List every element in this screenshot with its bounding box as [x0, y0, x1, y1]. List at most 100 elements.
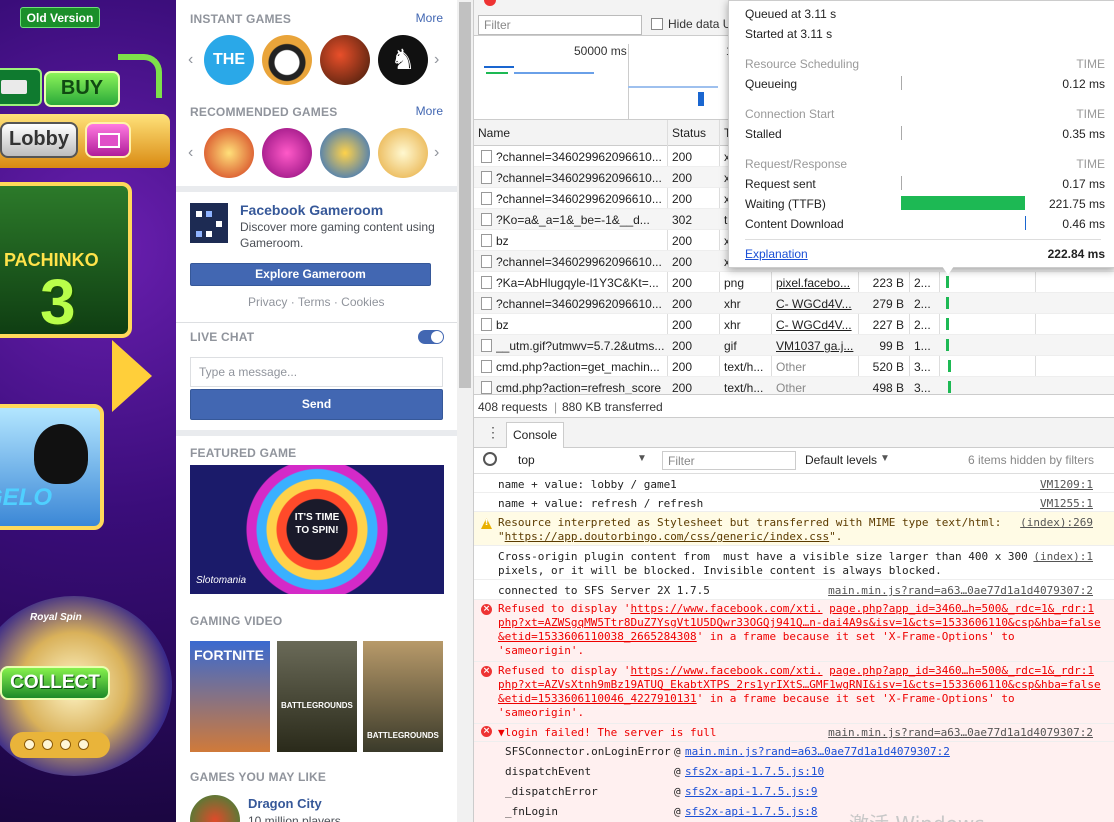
chevron-left-icon[interactable]: ‹: [188, 144, 193, 162]
battlegrounds-video-thumbnail[interactable]: BATTLEGROUNDS: [277, 641, 357, 752]
featured-game-banner[interactable]: IT'S TIME TO SPIN! Slotomania: [190, 465, 444, 594]
chat-message-input[interactable]: Type a message...: [190, 357, 443, 387]
console-log-line: name + value: lobby / game1 VM1209:1: [474, 474, 1114, 493]
queued-at: Queued at 3.11 s: [745, 7, 837, 21]
request-status: 200: [672, 150, 693, 164]
battlegrounds-title: BATTLEGROUNDS: [281, 701, 353, 710]
table-row[interactable]: ?channel=346029962096610... 200 xhr C- WGCd…: [474, 293, 1114, 314]
battlegrounds-video-thumbnail-2[interactable]: BATTLEGROUNDS: [363, 641, 443, 752]
console-error[interactable]: × ▼login failed! The server is full main…: [474, 724, 1114, 742]
live-chat-toggle[interactable]: [418, 330, 444, 344]
next-arrow-icon[interactable]: [112, 340, 152, 412]
request-initiator[interactable]: C- WGCd4V...: [776, 318, 856, 332]
record-icon[interactable]: [484, 0, 496, 6]
page-dot[interactable]: [60, 739, 71, 750]
chevron-left-icon[interactable]: ‹: [188, 51, 193, 69]
table-row[interactable]: __utm.gif?utmwv=5.7.2&utms... 200 gif VM103…: [474, 335, 1114, 356]
network-filter-input[interactable]: Filter: [478, 15, 642, 35]
request-name: ?channel=346029962096610...: [496, 150, 662, 164]
stack-link[interactable]: main.min.js?rand=a63…0ae77d1a1d4079307:2: [685, 745, 950, 758]
hide-data-urls-checkbox[interactable]: Hide data U: [651, 17, 731, 31]
collect-button[interactable]: COLLECT: [0, 666, 110, 700]
coin-amount-selector[interactable]: [0, 68, 42, 106]
our-bingo-icon[interactable]: [378, 128, 428, 178]
console-filter-input[interactable]: Filter: [662, 451, 796, 470]
privacy-link[interactable]: Privacy: [248, 295, 287, 309]
source-link[interactable]: VM1209:1: [1040, 478, 1093, 492]
default-levels-dropdown[interactable]: Default levels: [805, 453, 877, 467]
penguin-game-tile[interactable]: GELO: [0, 404, 104, 530]
recommended-games-more-link[interactable]: More: [416, 104, 443, 118]
page-dots: [10, 732, 110, 758]
column-name[interactable]: Name: [478, 126, 510, 140]
overview-bar: [628, 86, 718, 88]
explanation-link[interactable]: Explanation: [745, 247, 808, 261]
overview-bar: [698, 92, 704, 106]
page-dot[interactable]: [24, 739, 35, 750]
column-status[interactable]: Status: [672, 126, 706, 140]
table-row[interactable]: bz 200 xhr C- WGCd4V... 227 B 2...: [474, 314, 1114, 335]
instant-games-more-link[interactable]: More: [416, 11, 443, 25]
pachinko-game-tile[interactable]: PACHINKO 3: [0, 182, 132, 338]
cookies-link[interactable]: Cookies: [341, 295, 384, 309]
checkbox-icon[interactable]: [651, 18, 663, 30]
overview-gridline: [628, 44, 629, 120]
status-separator: |: [554, 400, 558, 414]
chess-icon[interactable]: ♞: [378, 35, 428, 85]
gameroom-title[interactable]: Facebook Gameroom: [240, 202, 383, 218]
send-button[interactable]: Send: [190, 389, 443, 420]
request-sent-label: Request sent: [745, 177, 816, 191]
scrollbar-thumb[interactable]: [459, 2, 471, 388]
stack-link[interactable]: sfs2x-api-1.7.5.js:9: [685, 785, 817, 798]
source-link[interactable]: (index):269: [1020, 516, 1093, 530]
table-row[interactable]: cmd.php?action=get_machin... 200 text/h...…: [474, 356, 1114, 377]
facebook-link[interactable]: https://www.facebook.com/xti.: [630, 602, 822, 615]
page-dot[interactable]: [42, 739, 53, 750]
bingo-bombo-icon[interactable]: [262, 128, 312, 178]
tab-console[interactable]: Console: [506, 422, 565, 448]
stack-link[interactable]: sfs2x-api-1.7.5.js:8: [685, 805, 817, 818]
explore-gameroom-button[interactable]: Explore Gameroom: [190, 263, 431, 286]
request-initiator[interactable]: VM1037 ga.j...: [776, 339, 856, 353]
game-canvas[interactable]: Old Version BUY Lobby PACHINKO 3 GELO Ro…: [0, 0, 176, 822]
source-link[interactable]: (index):1: [1033, 550, 1093, 564]
clear-console-icon[interactable]: [483, 452, 497, 466]
slotomania-icon[interactable]: [204, 128, 254, 178]
terms-link[interactable]: Terms: [298, 295, 331, 309]
the-test-icon[interactable]: THE TEST: [204, 35, 254, 85]
request-initiator[interactable]: C- WGCd4V...: [776, 297, 856, 311]
page-dot[interactable]: [78, 739, 89, 750]
source-link[interactable]: main.min.js?rand=a63…0ae77d1a1d4079307:2: [828, 726, 1093, 740]
buy-button[interactable]: BUY: [44, 71, 120, 107]
request-status: 200: [672, 297, 693, 311]
snake-icon[interactable]: [320, 35, 370, 85]
dragon-city-title[interactable]: Dragon City: [248, 796, 322, 811]
table-row[interactable]: ?Ka=AbHlugqyle-l1Y3C&Kt=... 200 png pixel.f…: [474, 272, 1114, 293]
file-icon: [481, 318, 492, 331]
sidebar-scrollbar[interactable]: [457, 0, 473, 822]
chevron-down-icon[interactable]: ▼: [880, 453, 890, 464]
stack-link[interactable]: sfs2x-api-1.7.5.js:10: [685, 765, 824, 778]
lobby-button[interactable]: Lobby: [0, 122, 78, 158]
mail-button[interactable]: [85, 122, 131, 158]
games-you-may-like-heading: GAMES YOU MAY LIKE: [190, 770, 327, 784]
chevron-down-icon[interactable]: ▼: [637, 453, 647, 464]
chevron-right-icon[interactable]: ›: [434, 51, 439, 69]
8-ball-icon[interactable]: [262, 35, 312, 85]
chevron-right-icon[interactable]: ›: [434, 144, 439, 162]
dragon-city-icon[interactable]: [190, 795, 240, 822]
stylesheet-link[interactable]: https://app.doutorbingo.com/css/generic/…: [505, 530, 830, 543]
overview-bar: [484, 66, 514, 68]
time-heading: TIME: [1076, 107, 1105, 121]
old-version-button[interactable]: Old Version: [20, 7, 100, 28]
source-link[interactable]: VM1255:1: [1040, 497, 1093, 511]
slingo-icon[interactable]: [320, 128, 370, 178]
fortnite-video-thumbnail[interactable]: FORTNITE: [190, 641, 270, 752]
connection-start-heading: Connection Start: [745, 107, 835, 121]
source-link[interactable]: main.min.js?rand=a63…0ae77d1a1d4079307:2: [828, 584, 1093, 598]
request-initiator[interactable]: pixel.facebo...: [776, 276, 856, 290]
waterfall-bar: [948, 381, 951, 393]
facebook-link[interactable]: https://www.facebook.com/xti.: [630, 664, 822, 677]
drawer-menu-icon[interactable]: ⋮: [486, 424, 500, 441]
context-selector[interactable]: top: [518, 453, 535, 467]
